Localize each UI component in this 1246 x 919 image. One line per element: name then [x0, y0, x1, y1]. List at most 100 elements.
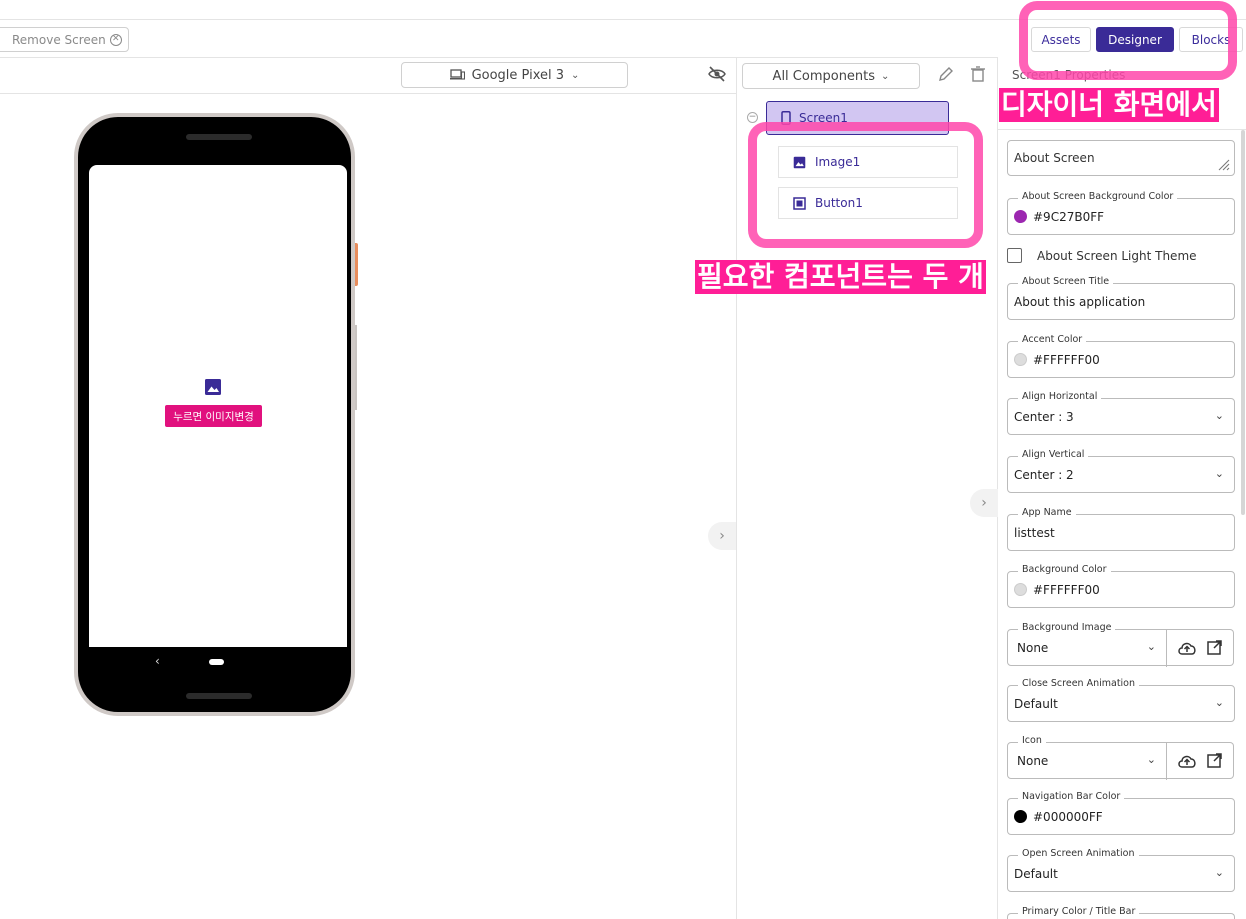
tree-item-image[interactable]: Image1 — [778, 146, 958, 178]
visibility-off-icon[interactable] — [708, 66, 726, 82]
field-label: Close Screen Animation — [1018, 678, 1140, 689]
field-value: None — [1017, 753, 1049, 768]
field-value: #FFFFFF00 — [1033, 582, 1100, 597]
blocks-button[interactable]: Blocks — [1179, 27, 1243, 52]
properties-border — [998, 129, 1246, 130]
device-select-value: Google Pixel 3 — [471, 67, 565, 83]
open-external-icon[interactable] — [1207, 640, 1222, 655]
color-swatch — [1014, 583, 1027, 596]
phone-nav-bar: ‹ — [89, 647, 347, 679]
trash-icon[interactable] — [971, 66, 985, 82]
open-screen-animation-select[interactable]: Open Screen Animation Default ⌄ — [1007, 848, 1235, 892]
color-swatch — [1014, 810, 1027, 823]
about-bg-color-field[interactable]: About Screen Background Color #9C27B0FF — [1007, 191, 1235, 235]
tree-item-label: Screen1 — [799, 111, 848, 125]
primary-color-field[interactable]: Primary Color / Title Bar — [1007, 906, 1235, 919]
cloud-upload-icon[interactable] — [1177, 641, 1197, 655]
background-image-actions — [1166, 629, 1234, 667]
field-label: App Name — [1018, 507, 1076, 518]
about-screen-textarea[interactable]: About Screen — [1007, 140, 1235, 176]
highlight-components — [748, 122, 983, 248]
phone-speaker — [186, 693, 252, 699]
field-value: About this application — [1014, 294, 1146, 309]
app-name-field[interactable]: App Name listtest — [1007, 507, 1235, 551]
close-screen-animation-select[interactable]: Close Screen Animation Default ⌄ — [1007, 678, 1235, 722]
pencil-icon[interactable] — [938, 66, 954, 82]
field-label: Background Color — [1018, 564, 1111, 575]
about-light-theme-row: About Screen Light Theme — [1007, 248, 1197, 263]
chevron-right-icon[interactable]: › — [708, 522, 736, 550]
open-external-icon[interactable] — [1207, 753, 1222, 768]
align-horizontal-select[interactable]: Align Horizontal Center : 3 ⌄ — [1007, 391, 1235, 435]
phone-power-button — [355, 243, 358, 286]
icon-select[interactable]: Icon None ⌄ — [1007, 735, 1167, 779]
tree-item-screen[interactable]: Screen1 — [766, 101, 949, 135]
chevron-right-icon[interactable]: › — [970, 489, 998, 517]
image-icon — [793, 156, 806, 168]
designer-button[interactable]: Designer — [1096, 27, 1174, 52]
viewer-border — [0, 93, 736, 94]
top-border — [0, 19, 1246, 20]
tree-item-label: Image1 — [815, 155, 861, 169]
annotation-caption: 디자이너 화면에서 — [999, 88, 1219, 122]
field-label: Accent Color — [1018, 334, 1087, 345]
close-circle-icon: ✕ — [109, 33, 122, 46]
field-value: Center : 3 — [1014, 409, 1074, 424]
field-value: #FFFFFF00 — [1033, 352, 1100, 367]
phone-icon — [781, 111, 791, 125]
device-select[interactable]: Google Pixel 3 ⌄ — [401, 62, 628, 88]
navigation-bar-color-field[interactable]: Navigation Bar Color #000000FF — [1007, 791, 1235, 835]
annotation-caption: 필요한 컴포넌트는 두 개 — [695, 260, 986, 294]
assets-button[interactable]: Assets — [1031, 27, 1091, 52]
mode-switcher: Assets Designer Blocks — [1031, 27, 1243, 52]
resize-handle-icon[interactable] — [1216, 157, 1230, 171]
home-icon — [209, 659, 224, 665]
accent-color-field[interactable]: Accent Color #FFFFFF00 — [1007, 334, 1235, 378]
devices-icon — [449, 69, 465, 80]
field-value: #000000FF — [1033, 809, 1103, 824]
field-label: Open Screen Animation — [1018, 848, 1139, 859]
field-value: listtest — [1014, 525, 1055, 540]
field-value: #9C27B0FF — [1033, 209, 1105, 224]
chevron-down-icon: ⌄ — [1214, 866, 1224, 879]
toolbar-border — [0, 57, 998, 58]
about-light-theme-checkbox[interactable] — [1007, 248, 1022, 263]
field-label: Align Vertical — [1018, 449, 1089, 460]
color-swatch — [1014, 353, 1027, 366]
icon-actions — [1166, 742, 1234, 780]
panel-divider — [736, 58, 737, 919]
phone-button[interactable]: 누르면 이미지변경 — [165, 405, 262, 427]
background-color-field[interactable]: Background Color #FFFFFF00 — [1007, 564, 1235, 608]
divider — [1166, 743, 1167, 780]
field-value: None — [1017, 640, 1049, 655]
align-vertical-select[interactable]: Align Vertical Center : 2 ⌄ — [1007, 449, 1235, 493]
about-title-field[interactable]: About Screen Title About this applicatio… — [1007, 276, 1235, 320]
chevron-down-icon: ⌄ — [1146, 640, 1156, 653]
chevron-down-icon: ⌄ — [1214, 409, 1224, 422]
chevron-down-icon: ⌄ — [571, 69, 580, 81]
button-icon — [793, 196, 806, 210]
tree-item-label: Button1 — [815, 196, 863, 210]
properties-scrollbar[interactable] — [1241, 130, 1245, 515]
background-image-select[interactable]: Background Image None ⌄ — [1007, 622, 1167, 666]
field-label: Icon — [1018, 735, 1046, 746]
field-label: About Screen Background Color — [1018, 191, 1178, 202]
cloud-upload-icon[interactable] — [1177, 754, 1197, 768]
tree-item-button[interactable]: Button1 — [778, 187, 958, 219]
about-screen-placeholder: About Screen — [1014, 151, 1095, 165]
chevron-down-icon: ⌄ — [1214, 696, 1224, 709]
chevron-down-icon: ⌄ — [1214, 467, 1224, 480]
remove-screen-label: Remove Screen — [12, 32, 106, 47]
field-label: Background Image — [1018, 622, 1116, 633]
divider — [1166, 630, 1167, 667]
phone-volume-button — [355, 325, 357, 410]
collapse-tree-icon[interactable]: − — [747, 112, 758, 123]
field-label: Primary Color / Title Bar — [1018, 906, 1140, 917]
remove-screen-button[interactable]: Remove Screen ✕ — [0, 27, 129, 52]
phone-speaker — [186, 134, 252, 140]
field-label: About Screen Title — [1018, 276, 1114, 287]
checkbox-label: About Screen Light Theme — [1037, 248, 1197, 263]
field-value: Default — [1014, 866, 1058, 881]
image-icon[interactable] — [204, 378, 222, 396]
components-filter-select[interactable]: All Components ⌄ — [742, 63, 920, 89]
